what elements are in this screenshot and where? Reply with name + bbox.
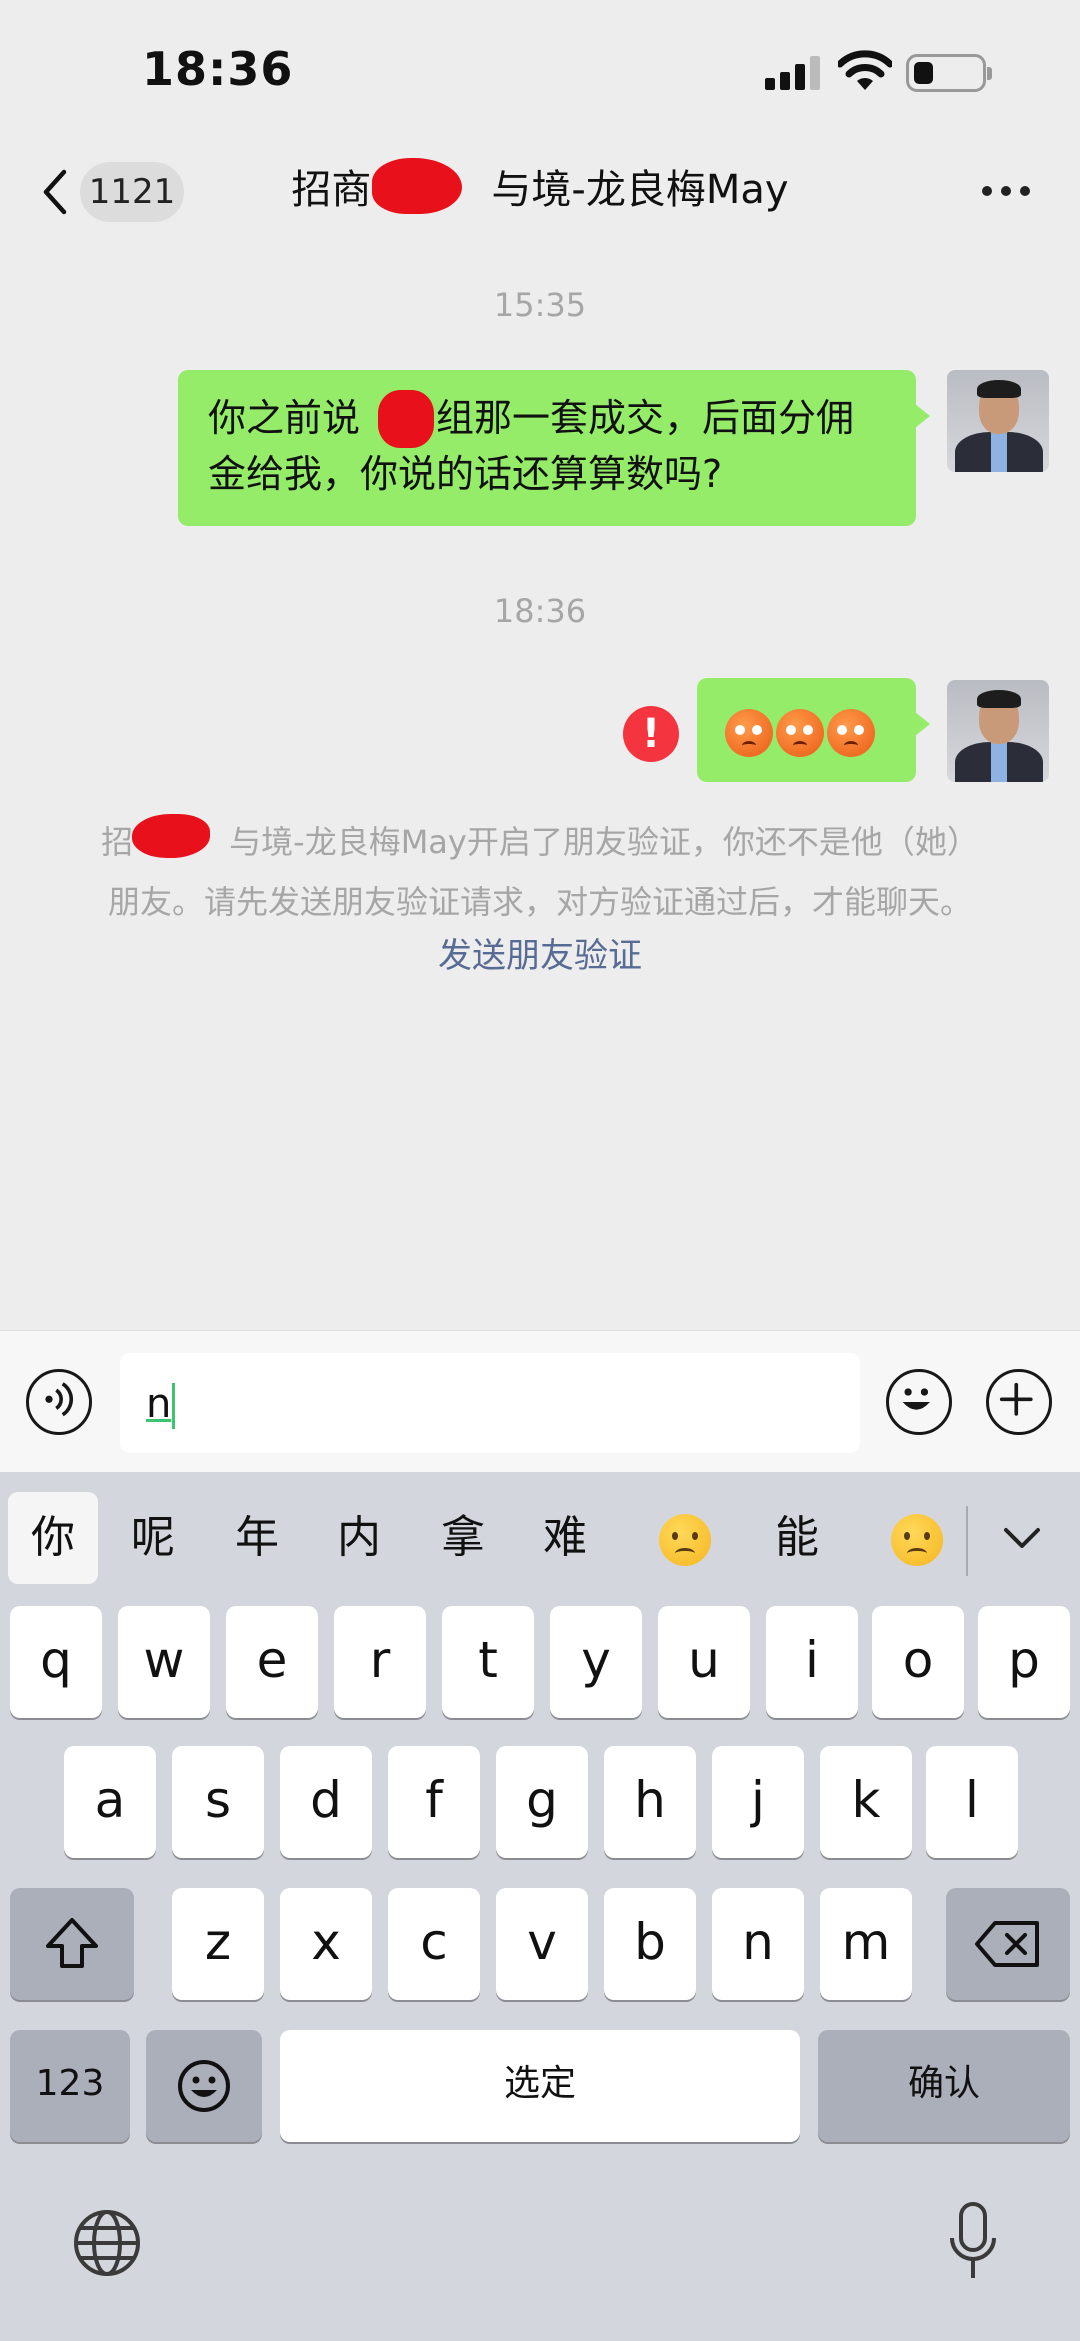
battery-level: [914, 62, 933, 84]
status-time: 18:36: [142, 42, 294, 96]
emoji-keyboard-key[interactable]: [146, 2030, 262, 2142]
keyboard: 你 呢 年 内 拿 难 能 q w e r t y u i o p a s d …: [0, 1472, 1080, 2341]
system-notice-line: 朋友。请先发送朋友验证请求，对方验证通过后，才能聊天。: [107, 883, 972, 921]
send-verification-link[interactable]: 发送朋友验证: [0, 928, 1080, 977]
key-r[interactable]: r: [334, 1606, 426, 1718]
key-h[interactable]: h: [604, 1746, 696, 1858]
voice-icon: [45, 1382, 73, 1417]
key-a[interactable]: a: [64, 1746, 156, 1858]
input-text: n: [146, 1381, 172, 1427]
key-t[interactable]: t: [442, 1606, 534, 1718]
worried-face-icon: [659, 1514, 711, 1566]
chevron-down-icon[interactable]: [1002, 1526, 1042, 1550]
shift-key[interactable]: [10, 1888, 134, 2000]
emoji-icon: [827, 708, 875, 757]
emoji-icon: [776, 708, 824, 757]
candidate-item[interactable]: 你: [8, 1492, 98, 1584]
key-u[interactable]: u: [658, 1606, 750, 1718]
chat-header: 1121 招商 与境-龙良梅May: [0, 140, 1080, 240]
avatar[interactable]: [947, 370, 1049, 472]
mic-icon[interactable]: [948, 2200, 998, 2284]
key-n[interactable]: n: [712, 1888, 804, 2000]
key-f[interactable]: f: [388, 1746, 480, 1858]
key-d[interactable]: d: [280, 1746, 372, 1858]
backspace-key[interactable]: [946, 1888, 1070, 2000]
voice-button[interactable]: [26, 1369, 92, 1435]
emoji-button[interactable]: [886, 1369, 952, 1435]
redaction-mark: [372, 158, 462, 214]
message-bubble[interactable]: 你之前说 组那一套成交，后面分佣 金给我，你说的话还算算数吗?: [178, 370, 930, 526]
redaction-mark: [132, 814, 210, 858]
input-bar: n: [0, 1330, 1080, 1472]
key-p[interactable]: p: [978, 1606, 1070, 1718]
candidate-item[interactable]: 呢: [108, 1492, 198, 1584]
backspace-icon: [975, 1921, 1039, 1967]
more-icon[interactable]: [982, 186, 1034, 198]
timestamp: 18:36: [493, 592, 587, 630]
key-e[interactable]: e: [226, 1606, 318, 1718]
globe-icon[interactable]: [72, 2208, 142, 2278]
chat-title: 招商 与境-龙良梅May: [291, 167, 789, 213]
key-o[interactable]: o: [872, 1606, 964, 1718]
send-failed-icon[interactable]: !: [623, 706, 679, 762]
key-k[interactable]: k: [820, 1746, 912, 1858]
candidate-bar: 你 呢 年 内 拿 难 能: [0, 1472, 1080, 1606]
key-w[interactable]: w: [118, 1606, 210, 1718]
emoji-icon: [902, 1388, 930, 1410]
candidate-item[interactable]: 年: [212, 1492, 302, 1584]
message-text-line: 你之前说 组那一套成交，后面分佣: [208, 396, 855, 440]
text-caret: [172, 1383, 176, 1429]
emoji-keyboard-icon: [178, 2060, 230, 2112]
key-b[interactable]: b: [604, 1888, 696, 2000]
key-l[interactable]: l: [926, 1746, 1018, 1858]
key-z[interactable]: z: [172, 1888, 264, 2000]
key-j[interactable]: j: [712, 1746, 804, 1858]
plus-button[interactable]: [986, 1369, 1052, 1435]
avatar[interactable]: [947, 680, 1049, 782]
shift-icon: [46, 1918, 98, 1968]
key-i[interactable]: i: [766, 1606, 858, 1718]
numbers-key[interactable]: 123: [10, 2030, 130, 2142]
timestamp: 15:35: [493, 286, 587, 324]
emoji-icon: [725, 708, 773, 757]
key-c[interactable]: c: [388, 1888, 480, 2000]
key-y[interactable]: y: [550, 1606, 642, 1718]
message-text-line: 金给我，你说的话还算算数吗?: [208, 452, 723, 496]
candidate-emoji-pensive[interactable]: [872, 1492, 962, 1584]
confirm-key[interactable]: 确认: [818, 2030, 1070, 2142]
key-g[interactable]: g: [496, 1746, 588, 1858]
key-x[interactable]: x: [280, 1888, 372, 2000]
candidate-item[interactable]: 内: [314, 1492, 404, 1584]
candidate-item[interactable]: 难: [520, 1492, 610, 1584]
battery-icon: [906, 54, 992, 92]
signal-icon: [765, 56, 821, 90]
divider: [966, 1506, 968, 1576]
chat-area: 15:35 你之前说 组那一套成交，后面分佣 金给我，你说的话还算算数吗? 18…: [0, 240, 1080, 1330]
candidate-item[interactable]: 能: [752, 1492, 842, 1584]
key-s[interactable]: s: [172, 1746, 264, 1858]
unread-count-badge[interactable]: 1121: [80, 162, 184, 222]
key-m[interactable]: m: [820, 1888, 912, 2000]
candidate-emoji-worried[interactable]: [640, 1492, 730, 1584]
back-chevron-icon[interactable]: [36, 164, 76, 220]
pensive-face-icon: [891, 1514, 943, 1566]
wifi-icon: [838, 50, 892, 90]
candidate-item[interactable]: 拿: [418, 1492, 508, 1584]
status-bar: 18:36: [0, 0, 1080, 140]
key-q[interactable]: q: [10, 1606, 102, 1718]
space-key[interactable]: 选定: [280, 2030, 800, 2142]
message-input[interactable]: n: [120, 1353, 860, 1453]
redaction-mark: [378, 390, 434, 448]
message-bubble[interactable]: [697, 678, 930, 782]
plus-icon: [999, 1382, 1033, 1416]
key-v[interactable]: v: [496, 1888, 588, 2000]
